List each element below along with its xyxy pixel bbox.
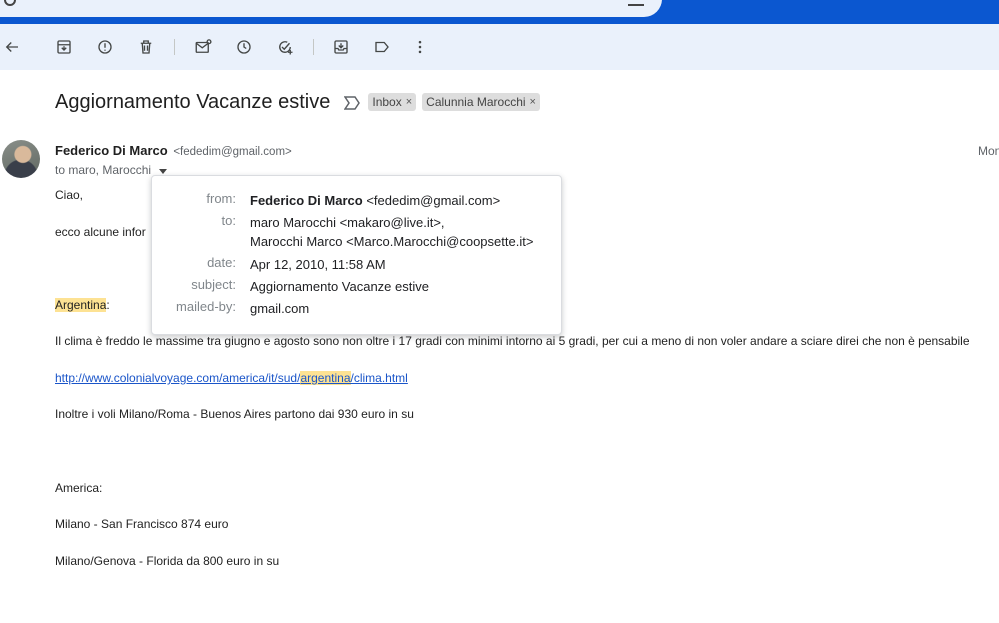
add-to-tasks-button[interactable] xyxy=(273,35,297,59)
labels-button[interactable] xyxy=(370,35,394,59)
toolbar-divider xyxy=(313,39,314,55)
mark-unread-icon xyxy=(195,39,212,53)
details-from-name: Federico Di Marco xyxy=(250,193,363,208)
move-to-button[interactable] xyxy=(329,35,353,59)
add-task-icon xyxy=(279,41,293,55)
climate-link[interactable]: http://www.colonialvoyage.com/america/it… xyxy=(55,371,408,385)
archive-icon xyxy=(57,40,71,54)
snooze-button[interactable] xyxy=(232,35,256,59)
details-to-recipient: Marocchi Marco <Marco.Marocchi@coopsette… xyxy=(250,234,534,249)
arrow-left-icon xyxy=(5,42,18,52)
more-button[interactable] xyxy=(408,35,432,59)
body-climate: Il clima è freddo le massime tra giugno … xyxy=(55,334,970,348)
sender-email: <fededim@gmail.com> xyxy=(173,146,292,158)
message-date: Mon xyxy=(978,144,999,158)
remove-label-icon[interactable]: × xyxy=(406,96,412,108)
search-highlight: Argentina xyxy=(55,298,107,312)
back-button[interactable] xyxy=(0,35,24,59)
clock-icon xyxy=(237,40,251,54)
body-greeting: Ciao, xyxy=(55,188,84,202)
trash-icon xyxy=(140,40,152,54)
move-to-inbox-icon xyxy=(334,40,348,54)
subject-row: Aggiornamento Vacanze estive Inbox × Cal… xyxy=(55,89,540,115)
importance-marker[interactable] xyxy=(343,96,361,110)
body-america: America: xyxy=(55,481,103,495)
toolbar-divider xyxy=(174,39,175,55)
subject-title: Aggiornamento Vacanze estive xyxy=(55,90,331,113)
archive-button[interactable] xyxy=(52,35,76,59)
body-country-heading: Argentina: xyxy=(55,298,110,312)
search-icon[interactable] xyxy=(4,0,16,6)
message-toolbar xyxy=(0,24,999,70)
remove-label-icon[interactable]: × xyxy=(530,96,536,108)
body-link[interactable]: http://www.colonialvoyage.com/america/it… xyxy=(55,371,408,385)
mark-unread-button[interactable] xyxy=(191,35,215,59)
label-chip-calunnia-marocchi[interactable]: Calunnia Marocchi × xyxy=(422,93,540,111)
recipients-summary: to maro, Marocchi xyxy=(55,163,152,177)
search-options-icon[interactable] xyxy=(628,0,644,6)
body-san-francisco: Milano - San Francisco 874 euro xyxy=(55,517,229,531)
delete-button[interactable] xyxy=(134,35,158,59)
sender-line: Federico Di Marco <fededim@gmail.com> xyxy=(55,143,292,158)
details-to-recipient: maro Marocchi <makaro@live.it>, xyxy=(250,215,445,230)
important-marker-icon xyxy=(343,96,361,110)
body-flights: Inoltre i voli Milano/Roma - Buenos Aire… xyxy=(55,407,414,421)
label-chip-inbox[interactable]: Inbox × xyxy=(368,93,417,111)
recipients-toggle[interactable]: to maro, Marocchi xyxy=(55,163,168,177)
more-vert-icon xyxy=(418,40,422,54)
sender-avatar[interactable] xyxy=(2,140,40,178)
body-florida: Milano/Genova - Florida da 800 euro in s… xyxy=(55,554,280,568)
search-bar[interactable] xyxy=(0,0,662,17)
body-intro: ecco alcune infor xyxy=(55,225,146,239)
label-icon xyxy=(375,41,389,53)
report-spam-icon xyxy=(98,40,112,54)
message-details-popup: from: Federico Di Marco <fededim@gmail.c… xyxy=(151,175,562,335)
sender-name[interactable]: Federico Di Marco xyxy=(55,143,168,158)
details-from-email: <fededim@gmail.com> xyxy=(366,193,501,208)
report-spam-button[interactable] xyxy=(93,35,117,59)
chevron-down-icon[interactable] xyxy=(159,168,168,174)
